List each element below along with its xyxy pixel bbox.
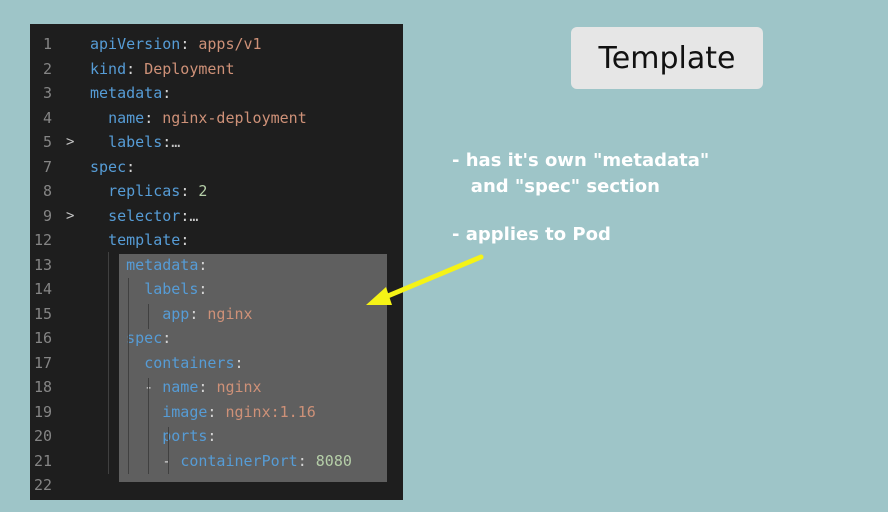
- arrow-head: [366, 287, 392, 305]
- arrow-shaft: [380, 254, 484, 301]
- pointer-arrow: [366, 254, 484, 305]
